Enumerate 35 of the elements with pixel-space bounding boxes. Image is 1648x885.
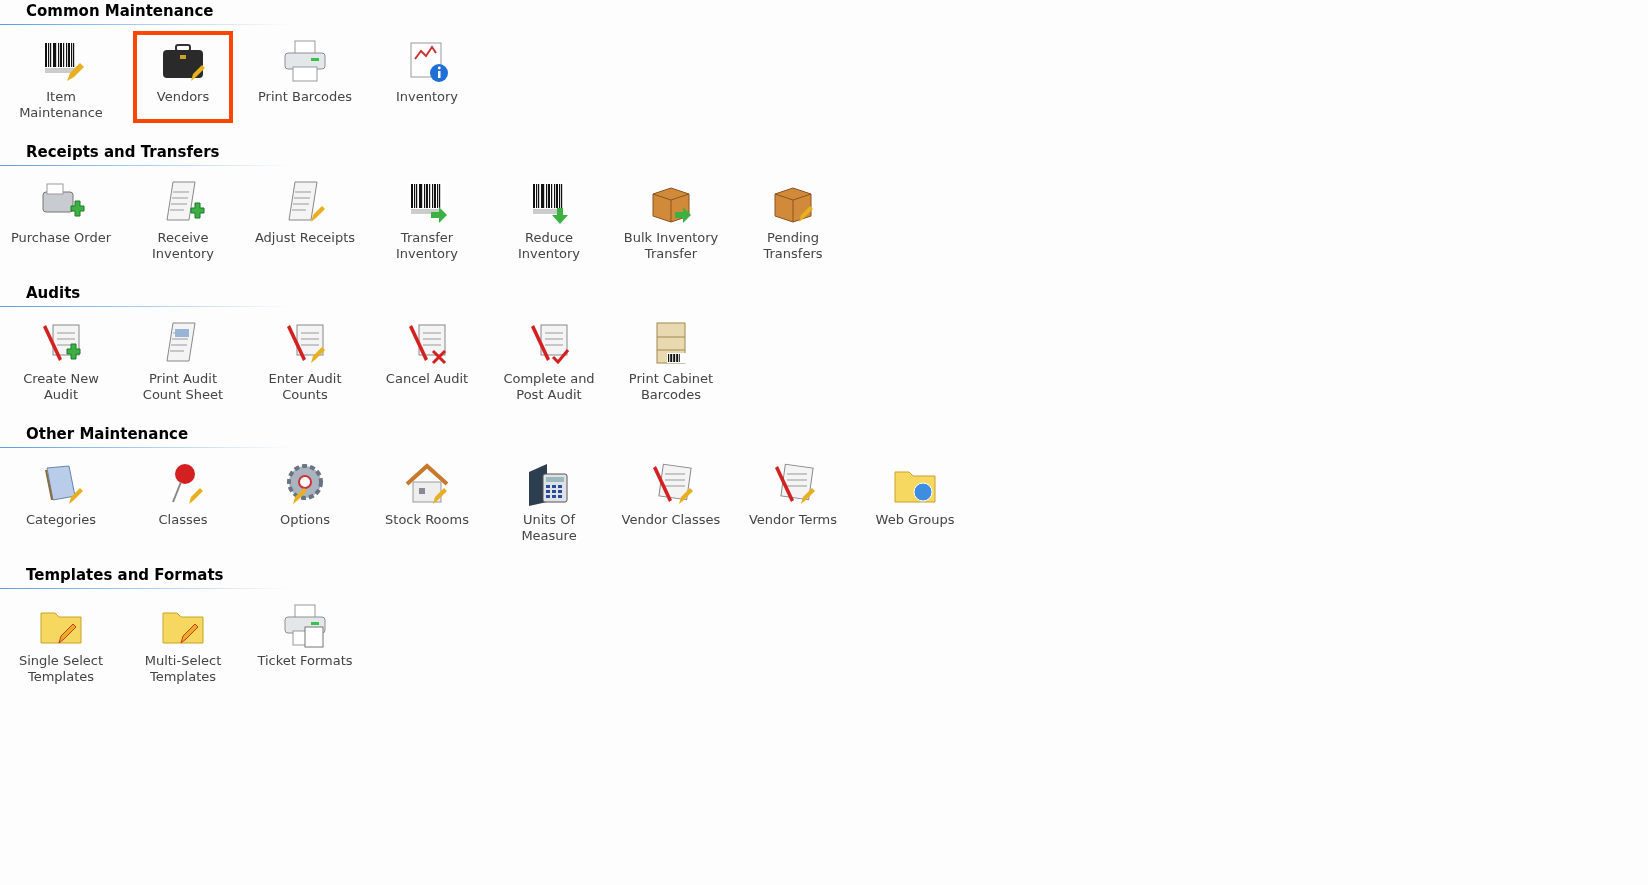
menu-item[interactable]: Categories: [0, 454, 122, 546]
menu-item[interactable]: Single Select Templates: [0, 595, 122, 687]
menu-item[interactable]: Pending Transfers: [732, 172, 854, 264]
section-title: Receipts and Transfers: [26, 143, 220, 161]
menu-item[interactable]: Print Audit Count Sheet: [122, 313, 244, 405]
menu-item[interactable]: Purchase Order: [0, 172, 122, 264]
menu-item[interactable]: Cancel Audit: [366, 313, 488, 405]
printer-icon: [281, 601, 329, 649]
menu-item[interactable]: Print Cabinet Barcodes: [610, 313, 732, 405]
menu-item[interactable]: Adjust Receipts: [244, 172, 366, 264]
menu-item[interactable]: Vendor Classes: [610, 454, 732, 546]
menu-item[interactable]: Receive Inventory: [122, 172, 244, 264]
menu-item[interactable]: Complete and Post Audit: [488, 313, 610, 405]
menu-item[interactable]: Inventory: [366, 31, 488, 123]
menu-item[interactable]: Bulk Inventory Transfer: [610, 172, 732, 264]
menu-item[interactable]: Create New Audit: [0, 313, 122, 405]
menu-item[interactable]: Transfer Inventory: [366, 172, 488, 264]
menu-item[interactable]: Vendors: [133, 31, 233, 123]
section-title: Other Maintenance: [26, 425, 189, 443]
menu-item[interactable]: Stock Rooms: [366, 454, 488, 546]
section-title: Audits: [26, 284, 81, 302]
printer-icon: [281, 37, 329, 85]
menu-item[interactable]: Classes: [122, 454, 244, 546]
menu-item[interactable]: Print Barcodes: [244, 31, 366, 123]
section-title: Templates and Formats: [26, 566, 224, 584]
menu-item[interactable]: Options: [244, 454, 366, 546]
menu-item[interactable]: Item Maintenance: [0, 31, 122, 123]
menu-item[interactable]: Reduce Inventory: [488, 172, 610, 264]
menu-item[interactable]: Multi-Select Templates: [122, 595, 244, 687]
menu-item[interactable]: Enter Audit Counts: [244, 313, 366, 405]
menu-item[interactable]: Vendor Terms: [732, 454, 854, 546]
menu-item[interactable]: Web Groups: [854, 454, 976, 546]
menu-item[interactable]: Ticket Formats: [244, 595, 366, 687]
section-title: Common Maintenance: [26, 2, 214, 20]
menu-item[interactable]: Units Of Measure: [488, 454, 610, 546]
